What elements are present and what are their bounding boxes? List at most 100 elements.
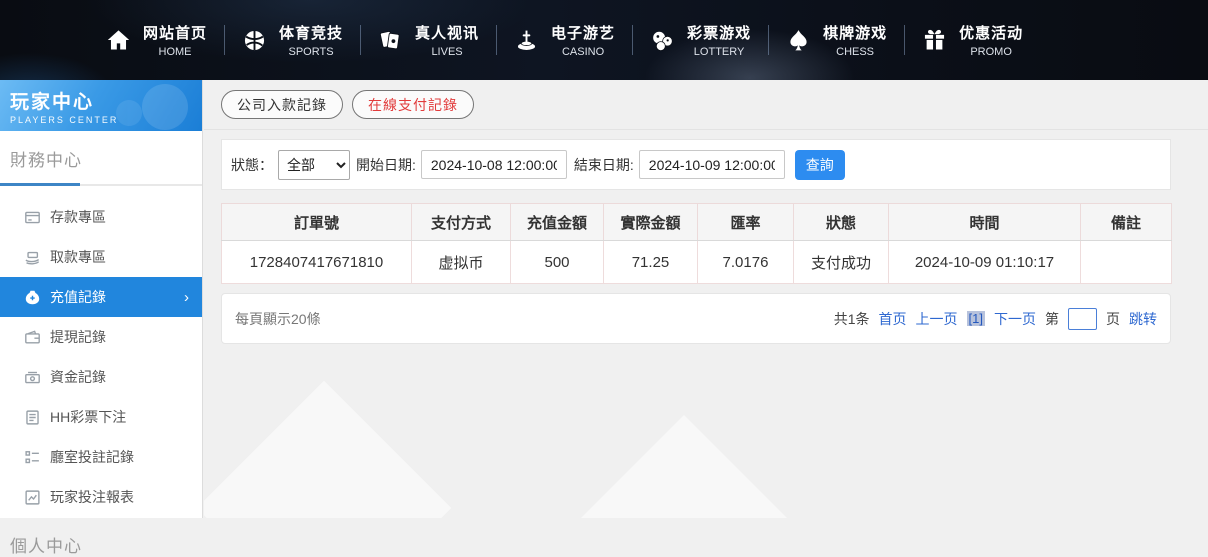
nav-item-lottery[interactable]: 彩票游戏 LOTTERY — [632, 0, 768, 80]
tab-online-payment-records[interactable]: 在線支付記錄 — [352, 90, 474, 119]
col-time: 時間 — [889, 204, 1081, 241]
sidebar-item-room-bet-records[interactable]: 廳室投註記錄 — [0, 437, 202, 477]
table-row: 1728407417671810 虚拟币 500 71.25 7.0176 支付… — [222, 241, 1172, 284]
pagination-bar: 每頁顯示20條 共1条 首页 上一页 [1] 下一页 第 页 跳转 — [221, 293, 1171, 344]
sidebar-item-hh-lottery-bets[interactable]: HH彩票下注 — [0, 397, 202, 437]
col-payment-method: 支付方式 — [412, 204, 511, 241]
roulette-icon — [513, 27, 540, 54]
col-status: 狀態 — [794, 204, 889, 241]
nav-item-lives[interactable]: 真人视讯 LIVES — [360, 0, 496, 80]
col-actual-amount: 實際金額 — [604, 204, 698, 241]
status-label: 狀態： — [231, 155, 273, 175]
withdraw-icon — [24, 249, 41, 266]
sidebar-item-label: 廳室投註記錄 — [50, 447, 134, 467]
record-tabs: 公司入款記錄 在線支付記錄 — [204, 80, 1208, 130]
nav-label-en: SPORTS — [279, 46, 343, 58]
sports-ball-icon — [241, 27, 268, 54]
nav-label-zh: 优惠活动 — [959, 22, 1023, 43]
sidebar-item-label: 存款專區 — [50, 207, 106, 227]
sidebar-item-withdraw[interactable]: 取款專區 — [0, 237, 202, 277]
sidebar-item-label: HH彩票下注 — [50, 407, 126, 427]
sidebar-item-label: 取款專區 — [50, 247, 106, 267]
section-title-personal: 個人中心 — [0, 517, 202, 557]
next-page-link[interactable]: 下一页 — [994, 309, 1036, 329]
cell-actual-amount: 71.25 — [604, 241, 698, 284]
sidebar-item-label: 提現記錄 — [50, 327, 106, 347]
sidebar-item-player-bet-report[interactable]: 玩家投注報表 — [0, 477, 202, 517]
nav-label-en: HOME — [143, 46, 207, 58]
col-recharge-amount: 充值金額 — [511, 204, 604, 241]
nav-label-zh: 彩票游戏 — [687, 22, 751, 43]
col-exchange-rate: 匯率 — [698, 204, 794, 241]
top-nav: 网站首页 HOME 体育竞技 SPORTS 真人视讯 LIVES — [0, 0, 1208, 80]
jump-prefix: 第 — [1045, 309, 1059, 329]
spade-icon — [785, 27, 812, 54]
room-bet-icon — [24, 449, 41, 466]
jump-link[interactable]: 跳转 — [1129, 309, 1157, 329]
jump-suffix: 页 — [1106, 309, 1120, 329]
col-remark: 備註 — [1081, 204, 1172, 241]
nav-label-en: CASINO — [551, 46, 615, 58]
nav-label-en: LOTTERY — [687, 46, 751, 58]
bet-report-icon — [24, 489, 41, 506]
background-watermark — [571, 415, 797, 518]
sidebar-item-label: 資金記錄 — [50, 367, 106, 387]
search-button[interactable]: 查詢 — [795, 150, 845, 180]
sidebar-item-recharge-records[interactable]: 充值記錄 › — [0, 277, 202, 317]
total-count: 共1条 — [834, 309, 870, 329]
home-icon — [105, 27, 132, 54]
start-date-input[interactable] — [421, 150, 567, 179]
gamepad-watermark-icon — [142, 84, 188, 130]
page-jump-input[interactable] — [1068, 308, 1097, 330]
lottery-balls-icon — [649, 27, 676, 54]
sidebar-item-deposit[interactable]: 存款專區 — [0, 197, 202, 237]
pagination-controls: 共1条 首页 上一页 [1] 下一页 第 页 跳转 — [834, 308, 1157, 330]
col-order-no: 訂單號 — [222, 204, 412, 241]
nav-label-en: PROMO — [959, 46, 1023, 58]
funds-record-icon — [24, 369, 41, 386]
tab-company-deposit-records[interactable]: 公司入款記錄 — [221, 90, 343, 119]
gift-icon — [921, 27, 948, 54]
sidebar-item-label: 玩家投注報表 — [50, 487, 134, 507]
cell-payment-method: 虚拟币 — [412, 241, 511, 284]
nav-label-zh: 棋牌游戏 — [823, 22, 887, 43]
cell-recharge-amount: 500 — [511, 241, 604, 284]
page-size-text: 每頁顯示20條 — [235, 309, 321, 329]
filter-panel: 狀態： 全部 開始日期: 結束日期: 查詢 — [221, 139, 1171, 190]
end-date-input[interactable] — [639, 150, 785, 179]
cell-exchange-rate: 7.0176 — [698, 241, 794, 284]
nav-label-zh: 体育竞技 — [279, 22, 343, 43]
main-content: 公司入款記錄 在線支付記錄 狀態： 全部 開始日期: 結束日期: 查詢 訂單號 — [204, 80, 1208, 518]
nav-items: 网站首页 HOME 体育竞技 SPORTS 真人视讯 LIVES — [88, 0, 1040, 80]
nav-item-chess[interactable]: 棋牌游戏 CHESS — [768, 0, 904, 80]
start-date-label: 開始日期: — [356, 155, 416, 175]
nav-label-en: LIVES — [415, 46, 479, 58]
recharge-bag-icon — [24, 289, 41, 306]
sidebar: 玩家中心 PLAYERS CENTER 財務中心 存款專區 取款專區 充值記錄 … — [0, 80, 203, 518]
cell-remark — [1081, 241, 1172, 284]
sidebar-item-withdrawal-records[interactable]: 提現記錄 — [0, 317, 202, 357]
prev-page-link[interactable]: 上一页 — [916, 309, 958, 329]
end-date-label: 結束日期: — [574, 155, 634, 175]
status-select[interactable]: 全部 — [278, 150, 350, 180]
sidebar-item-label: 充值記錄 — [50, 287, 106, 307]
nav-item-promo[interactable]: 优惠活动 PROMO — [904, 0, 1040, 80]
sidebar-item-funds-records[interactable]: 資金記錄 — [0, 357, 202, 397]
nav-item-sports[interactable]: 体育竞技 SPORTS — [224, 0, 360, 80]
first-page-link[interactable]: 首页 — [879, 309, 907, 329]
nav-label-en: CHESS — [823, 46, 887, 58]
nav-item-home[interactable]: 网站首页 HOME — [88, 0, 224, 80]
nav-item-casino[interactable]: 电子游艺 CASINO — [496, 0, 632, 80]
background-watermark — [204, 381, 451, 518]
withdrawal-record-icon — [24, 329, 41, 346]
table-header-row: 訂單號 支付方式 充值金額 實際金額 匯率 狀態 時間 備註 — [222, 204, 1172, 241]
cell-order-no: 1728407417671810 — [222, 241, 412, 284]
playing-cards-icon — [377, 27, 404, 54]
nav-label-zh: 真人视讯 — [415, 22, 479, 43]
sidebar-menu: 存款專區 取款專區 充值記錄 › 提現記錄 資金記 — [0, 197, 202, 517]
recharge-records-table: 訂單號 支付方式 充值金額 實際金額 匯率 狀態 時間 備註 172840741… — [221, 203, 1172, 284]
nav-label-zh: 网站首页 — [143, 22, 207, 43]
lottery-bet-icon — [24, 409, 41, 426]
cell-status: 支付成功 — [794, 241, 889, 284]
content-area: 狀態： 全部 開始日期: 結束日期: 查詢 訂單號 支付方式 充值金額 實際金額 — [221, 139, 1171, 344]
